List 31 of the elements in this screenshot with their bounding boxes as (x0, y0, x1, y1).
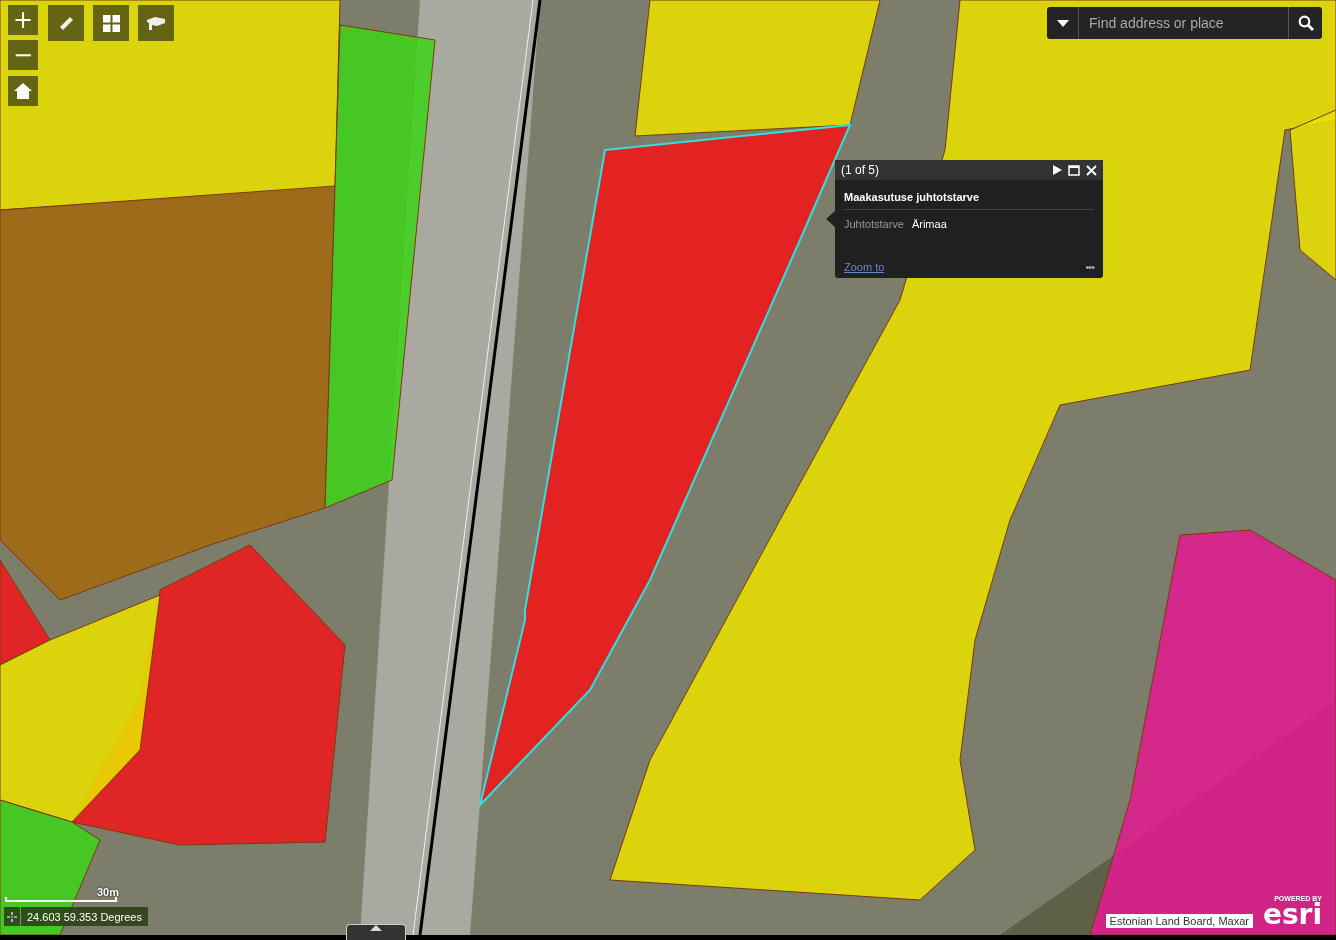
field-label: Juhtotstarve (844, 218, 904, 230)
attribution-text: Estonian Land Board, Maxar (1105, 914, 1253, 928)
map-drawing[interactable] (0, 0, 1336, 935)
logo-wordmark: esri (1262, 902, 1322, 928)
crosshair-icon[interactable] (7, 911, 17, 922)
zoom-in-button[interactable]: + (8, 5, 38, 35)
scale-label: 30m (97, 886, 120, 898)
search-field[interactable]: Find address or place (1079, 7, 1288, 39)
basemap-button[interactable] (93, 5, 129, 41)
next-icon[interactable] (1053, 165, 1062, 175)
layers-button[interactable] (138, 5, 174, 41)
feature-counter: (1 of 5) (841, 163, 880, 177)
coordinate-text: 24.603 59.353 Degrees (26, 910, 143, 923)
search-icon (1297, 15, 1314, 31)
grid-icon (102, 14, 120, 32)
caret-icon (370, 925, 382, 931)
caret-icon (1056, 19, 1069, 27)
search-source-dropdown[interactable] (1047, 7, 1079, 39)
field-value: Ärimaa (911, 218, 947, 230)
zoom-to-link[interactable]: Zoom to (844, 261, 885, 273)
stack-icon (146, 15, 166, 31)
panel-toggle[interactable] (346, 924, 406, 940)
search-button[interactable] (1288, 7, 1322, 39)
home-button[interactable] (8, 76, 38, 106)
close-icon[interactable] (1086, 164, 1097, 176)
zoom-out-button[interactable]: − (8, 40, 38, 70)
more-menu[interactable]: ••• (1085, 261, 1094, 273)
measure-button[interactable] (48, 5, 84, 41)
home-icon (13, 82, 33, 100)
maximize-icon[interactable] (1068, 164, 1080, 176)
popup-title: Maakasutuse juhtotstarve (844, 188, 1094, 210)
